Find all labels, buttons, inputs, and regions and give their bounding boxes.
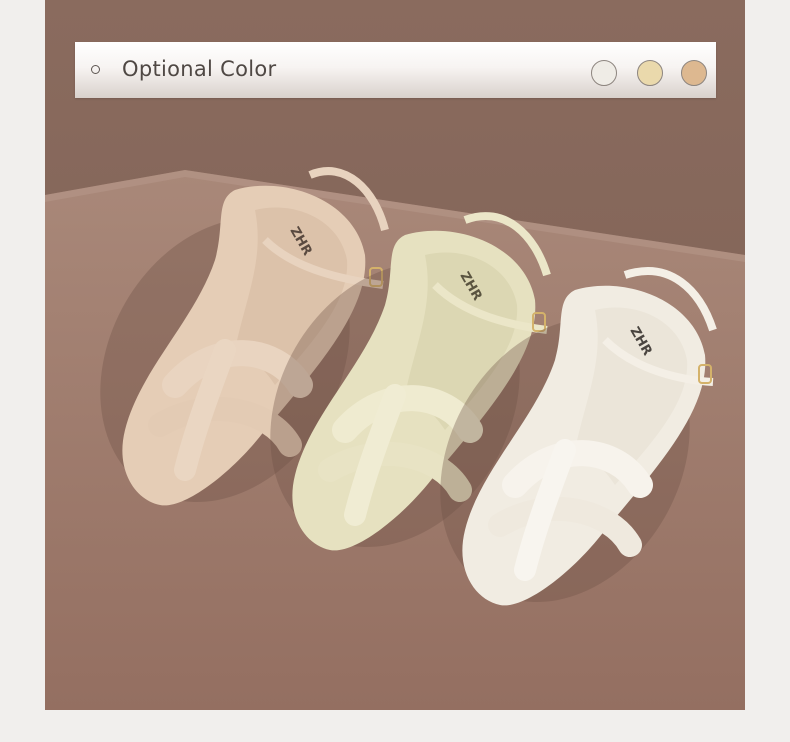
swatch-cream[interactable] <box>637 60 663 86</box>
swatch-apricot[interactable] <box>681 60 707 86</box>
color-options-banner: Optional Color <box>75 42 716 98</box>
bullet-circle-icon <box>91 65 100 74</box>
banner-title: Optional Color <box>122 57 277 81</box>
swatch-white[interactable] <box>591 60 617 86</box>
product-photo: ZHR ZHR ZHR <box>45 0 745 710</box>
